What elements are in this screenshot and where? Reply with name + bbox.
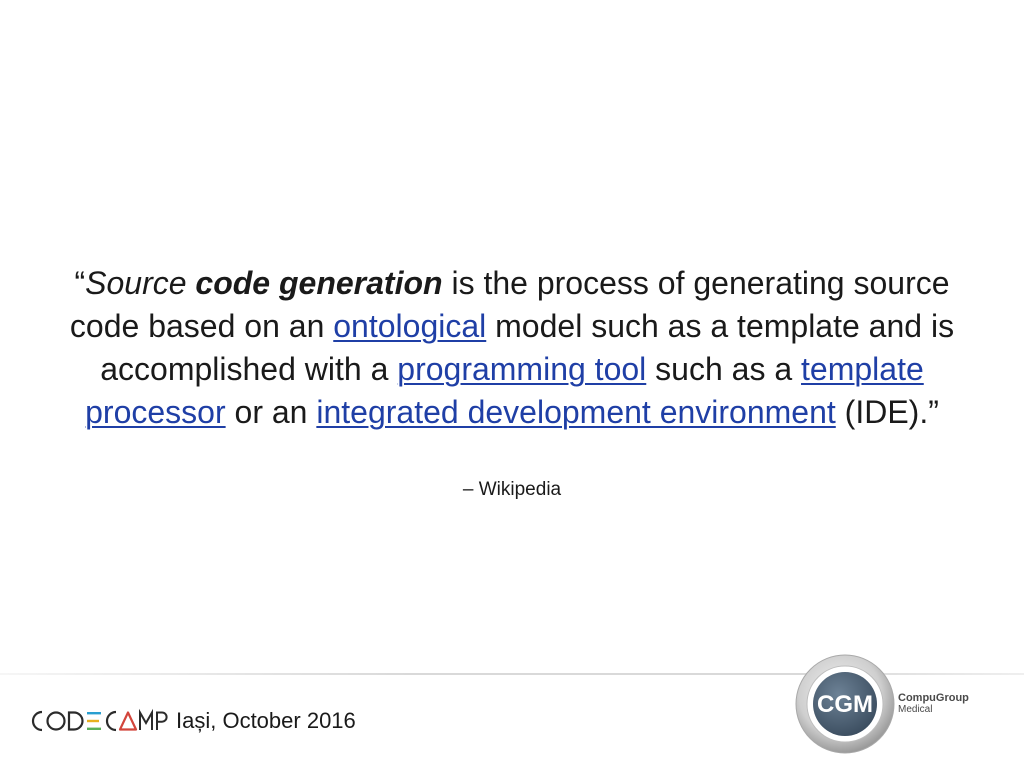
slide: “Source code generation is the process o…: [0, 0, 1024, 768]
cgm-logo-text: CGM: [817, 691, 873, 718]
link-ontological[interactable]: ontological: [333, 308, 486, 344]
footer-event: Iași, October 2016: [28, 703, 356, 739]
link-integrated-development-environment[interactable]: integrated development environment: [316, 394, 835, 430]
codecamp-logo: [31, 708, 168, 732]
event-location-date: Iași, October 2016: [176, 708, 356, 733]
company-name-line1: CompuGroup: [898, 692, 969, 704]
quote-term-code-generation: code generation: [195, 265, 443, 301]
quote-text-part: (IDE).”: [835, 394, 939, 430]
quote-text: “Source code generation is the process o…: [40, 262, 984, 434]
link-programming-tool[interactable]: programming tool: [397, 351, 646, 387]
company-name-line2: Medical: [898, 704, 933, 715]
quote-word-source: Source: [85, 265, 187, 301]
quote-open-mark: “: [74, 265, 86, 301]
quote-text-part: such as a: [646, 351, 802, 387]
quote-attribution: – Wikipedia: [462, 479, 562, 500]
company-name: CompuGroup Medical: [898, 692, 969, 716]
quote-text-part: or an: [225, 394, 317, 430]
